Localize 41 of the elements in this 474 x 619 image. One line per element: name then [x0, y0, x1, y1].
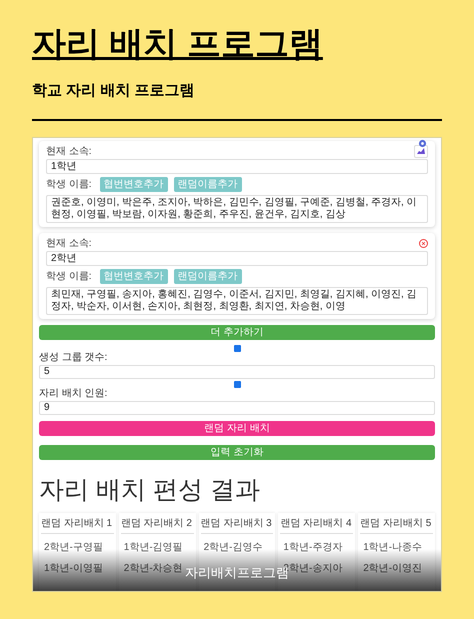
group-field[interactable]: 2학년 — [46, 250, 428, 266]
member-name: 1학년-주경자 — [282, 540, 344, 554]
names-field[interactable]: 권준호, 이영미, 박은주, 조지아, 박하은, 김민수, 김영필, 구예준, 김병철, 주경자, 이현정, 이영필, 박보람, 이자원, 황준희, 주우진, 윤건우, 김지호, 김상 — [46, 194, 428, 222]
field-label: 자리 배치 인원: — [39, 388, 108, 400]
remove-icon[interactable] — [419, 238, 428, 248]
results-heading: 자리 배치 편성 결과 — [39, 474, 261, 504]
field-label: 생성 그룹 갯수: — [39, 352, 108, 364]
member-name: 2학년-차승현 — [122, 562, 184, 576]
field-label: 현재 소속: — [46, 236, 92, 250]
page-title: 자리 배치 프로그램 — [32, 24, 324, 65]
close-icon — [421, 240, 426, 246]
add-names-button[interactable]: 랜덤이름추가 — [174, 176, 242, 192]
member-name: 2학년-김영수 — [202, 540, 264, 554]
reset-button[interactable]: 입력 초기화 — [39, 444, 435, 460]
member-name: 2학년-이영진 — [362, 562, 424, 576]
member-name: 1학년-나종수 — [362, 540, 424, 554]
number-field[interactable]: 5 — [39, 364, 435, 378]
add-names-button[interactable]: 협번변호추가 — [100, 176, 168, 192]
group-field[interactable]: 1학년 — [46, 158, 428, 174]
group-title: 랜덤 자리배치 5 — [360, 516, 433, 534]
page-subtitle: 학교 자리 배치 프로그램 — [32, 81, 196, 101]
group-title: 랜덤 자리배치 1 — [41, 516, 114, 534]
checkbox[interactable] — [234, 380, 240, 388]
checkbox[interactable] — [234, 344, 240, 352]
add-more-button[interactable]: 더 추가하기 — [39, 324, 435, 340]
random-seating-button[interactable]: 랜덤 자리 배치 — [39, 420, 435, 436]
chart-button[interactable] — [414, 144, 428, 158]
member-name: 1학년-김영필 — [122, 540, 184, 554]
add-names-button[interactable]: 랜덤이름추가 — [174, 268, 242, 284]
field-label: 학생 이름: — [46, 270, 92, 284]
add-names-button[interactable]: 협번변호추가 — [100, 268, 168, 284]
group-title: 랜덤 자리배치 3 — [200, 516, 274, 534]
group-title: 랜덤 자리배치 4 — [280, 516, 354, 534]
member-name: 2학년-구영필 — [43, 540, 104, 554]
number-field[interactable]: 9 — [39, 400, 435, 414]
group-title: 랜덤 자리배치 2 — [120, 516, 194, 534]
chart-icon — [416, 147, 426, 155]
member-name: 1학년-이영필 — [43, 562, 104, 576]
field-label: 학생 이름: — [46, 178, 92, 192]
names-field[interactable]: 최민재, 구영필, 송지아, 홍혜진, 김영수, 이준서, 김지민, 최영길, 김지혜, 이영진, 김정자, 박순자, 이서현, 손지아, 최현정, 최영환, 최지연, 차승현, 이영 — [46, 286, 428, 314]
field-label: 현재 소속: — [46, 144, 92, 158]
